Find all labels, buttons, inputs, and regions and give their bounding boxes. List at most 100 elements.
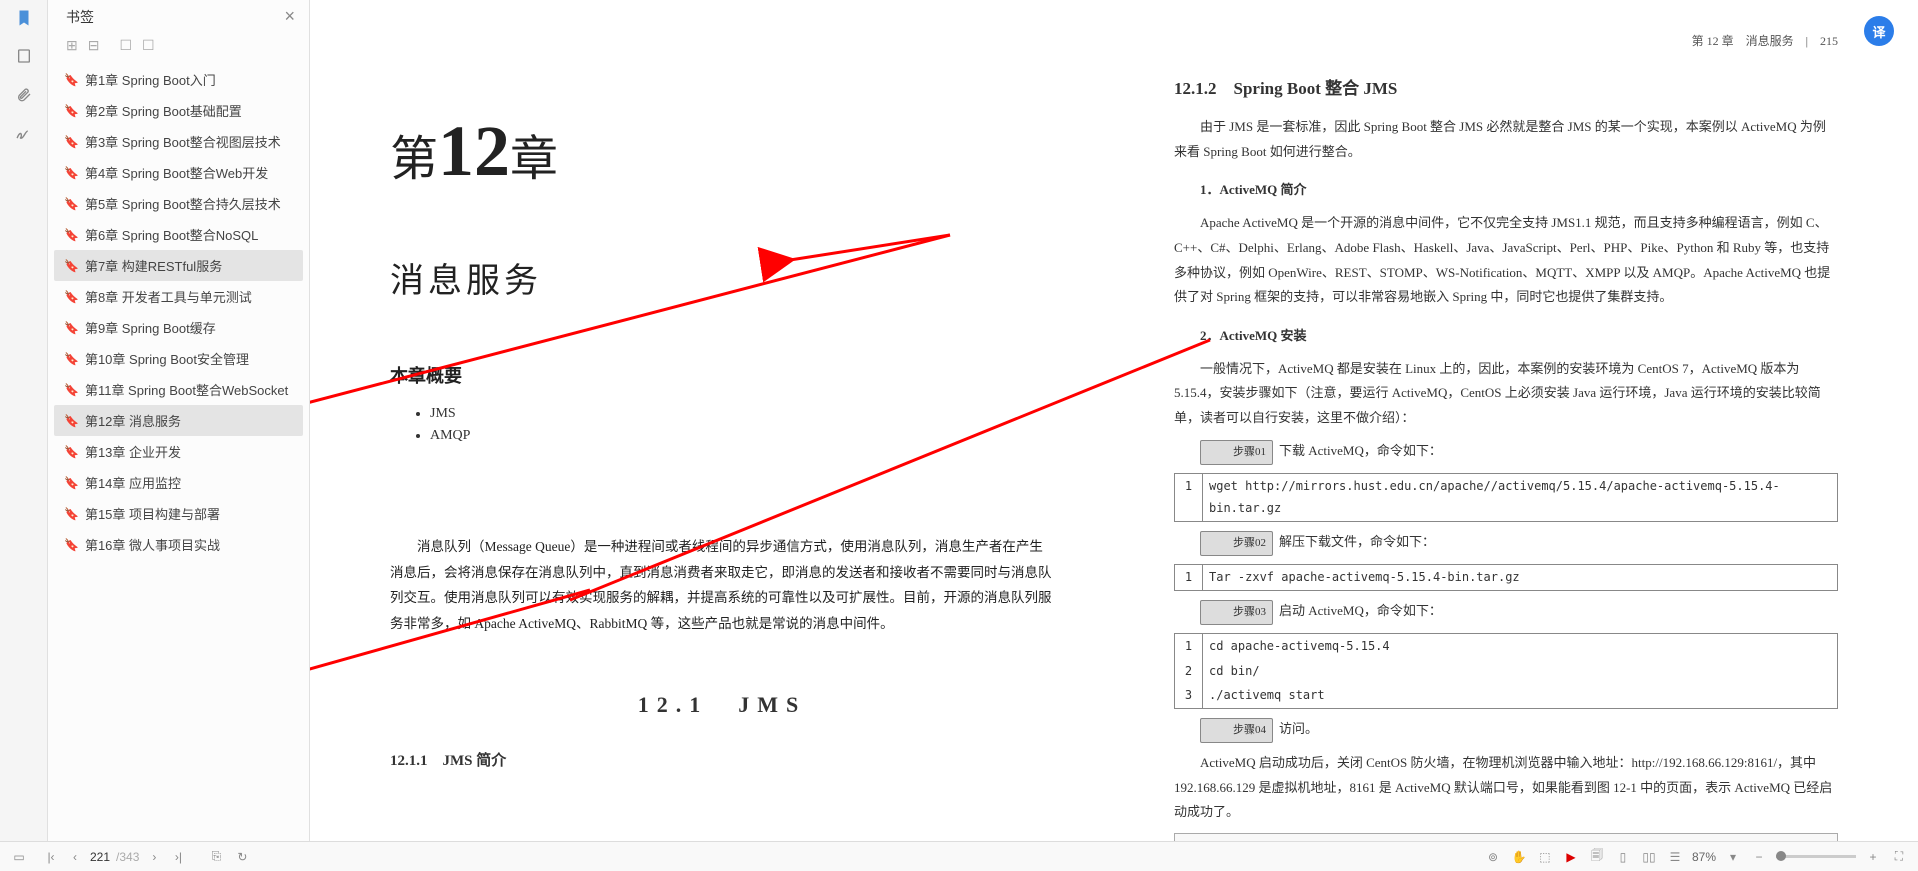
page-icon[interactable] — [14, 46, 34, 66]
thumbnail-view-icon[interactable]: ▭ — [10, 848, 28, 866]
bookmark-glyph-icon: 🔖 — [64, 321, 79, 335]
left-rail — [0, 0, 48, 871]
sidebar-title: 书签 — [66, 7, 94, 27]
single-page-icon[interactable]: ▯ — [1614, 848, 1632, 866]
bookmark-label: 第16章 微人事项目实战 — [85, 535, 220, 554]
dropdown-icon[interactable]: ▾ — [1724, 848, 1742, 866]
bookmark-glyph-icon: 🔖 — [64, 290, 79, 304]
outline-item: JMS — [430, 406, 1054, 422]
bookmark-glyph-icon: 🔖 — [64, 414, 79, 428]
bookmark-label: 第15章 项目构建与部署 — [85, 504, 220, 523]
bookmark-item[interactable]: 🔖 第6章 Spring Boot整合NoSQL — [54, 219, 303, 250]
bookmark-label: 第2章 Spring Boot基础配置 — [85, 101, 242, 120]
fullscreen-icon[interactable]: ⛶ — [1890, 848, 1908, 866]
last-page-icon[interactable]: ›| — [169, 848, 187, 866]
outline-item: AMQP — [430, 428, 1054, 444]
bookmark-glyph-icon: 🔖 — [64, 352, 79, 366]
page-left: 第12章 消息服务 本章概要 JMS AMQP 消息队列（Message Que… — [370, 20, 1074, 851]
step-line: 步骤01下载 ActiveMQ，命令如下： — [1174, 439, 1838, 465]
next-page-icon[interactable]: › — [145, 848, 163, 866]
paragraph: Apache ActiveMQ 是一个开源的消息中间件，它不仅完全支持 JMS1… — [1174, 211, 1838, 310]
bookmarks-sidebar: 书签 × ⊞ ⊟ ☐ ☐ 🔖第1章 Spring Boot入门🔖第2章 Spri… — [48, 0, 310, 871]
signature-icon[interactable] — [14, 122, 34, 142]
document-viewer: 译 第12章 消息服务 本章概要 JMS AMQP 消息队列（Message Q… — [310, 0, 1918, 871]
first-page-icon[interactable]: |‹ — [42, 848, 60, 866]
zoom-controls: 87% ▾ − + ⛶ — [1692, 848, 1908, 866]
zoom-slider[interactable] — [1776, 855, 1856, 858]
bookmark-item[interactable]: 🔖 第15章 项目构建与部署 — [54, 498, 303, 529]
total-pages: /343 — [116, 850, 139, 864]
bookmark-label: 第11章 Spring Boot整合WebSocket — [85, 380, 288, 399]
subsection-heading: 12.1.2 Spring Boot 整合 JMS — [1174, 73, 1838, 105]
bookmark-item[interactable]: 🔖 第12章 消息服务 — [54, 405, 303, 436]
bookmark-item[interactable]: 🔖 第8章 开发者工具与单元测试 — [54, 281, 303, 312]
bookmark-label: 第13章 企业开发 — [85, 442, 181, 461]
attachment-icon[interactable] — [14, 84, 34, 104]
paragraph: 由于 JMS 是一套标准，因此 Spring Boot 整合 JMS 必然就是整… — [1174, 115, 1838, 164]
bookmark-glyph-icon: 🔖 — [64, 104, 79, 118]
bookmark-item[interactable]: 🔖 第10章 Spring Boot安全管理 — [54, 343, 303, 374]
bookmark-item[interactable]: 🔖 第14章 应用监控 — [54, 467, 303, 498]
bookmark-list: 🔖第1章 Spring Boot入门🔖第2章 Spring Boot基础配置🔖第… — [48, 62, 309, 871]
bookmark-glyph-icon: 🔖 — [64, 507, 79, 521]
rotate-icon[interactable]: ↻ — [233, 848, 251, 866]
bookmark-label: 第7章 构建RESTful服务 — [85, 256, 222, 275]
bookmark-glyph-icon: 🔖 — [64, 197, 79, 211]
intro-paragraph: 消息队列（Message Queue）是一种进程间或者线程间的异步通信方式，使用… — [390, 534, 1054, 637]
bookmark-label: 第6章 Spring Boot整合NoSQL — [85, 225, 258, 244]
current-page[interactable]: 221 — [90, 850, 110, 864]
step-line: 步骤02解压下载文件，命令如下： — [1174, 530, 1838, 556]
bookmark-glyph-icon: 🔖 — [64, 445, 79, 459]
bookmark-label: 第8章 开发者工具与单元测试 — [85, 287, 252, 306]
numbered-heading: 1．ActiveMQ 简介 — [1174, 178, 1838, 203]
hand-icon[interactable]: ✋ — [1510, 848, 1528, 866]
bookmark-glyph-icon: 🔖 — [64, 383, 79, 397]
bookmark-glyph-icon: 🔖 — [64, 228, 79, 242]
bookmark-item[interactable]: 🔖 第5章 Spring Boot整合持久层技术 — [54, 188, 303, 219]
step-line: 步骤03启动 ActiveMQ，命令如下： — [1174, 599, 1838, 625]
select-icon[interactable]: ⬚ — [1536, 848, 1554, 866]
sidebar-tools: ⊞ ⊟ ☐ ☐ — [48, 33, 309, 62]
status-bar: ▭ |‹ ‹ 221/343 › ›| ⎘ ↻ ⊚ ✋ ⬚ ▶ 🗐 ▯ ▯▯ ☰… — [0, 841, 1918, 871]
bookmark-item[interactable]: 🔖 第11章 Spring Boot整合WebSocket — [54, 374, 303, 405]
dual-page-icon[interactable]: ▯▯ — [1640, 848, 1658, 866]
page-right: 第 12 章 消息服务 | 215 12.1.2 Spring Boot 整合 … — [1154, 20, 1858, 851]
bookmark-item[interactable]: 🔖第16章 微人事项目实战 — [54, 529, 303, 560]
close-icon[interactable]: × — [284, 6, 295, 27]
zoom-in-icon[interactable]: + — [1864, 848, 1882, 866]
tool-icon[interactable]: ⊚ — [1484, 848, 1502, 866]
subsection-heading: 12.1.1 JMS 简介 — [390, 749, 1054, 770]
bookmark-glyph-icon: 🔖 — [64, 73, 79, 87]
bookmark-label: 第5章 Spring Boot整合持久层技术 — [85, 194, 281, 213]
bookmark-item[interactable]: 🔖第9章 Spring Boot缓存 — [54, 312, 303, 343]
bookmark-label: 第14章 应用监控 — [85, 473, 181, 492]
cont-page-icon[interactable]: ☰ — [1666, 848, 1684, 866]
prev-page-icon[interactable]: ‹ — [66, 848, 84, 866]
section-heading: 12.1 JMS — [390, 687, 1054, 719]
bookmark-glyph-icon: 🔖 — [64, 259, 79, 273]
zoom-out-icon[interactable]: − — [1750, 848, 1768, 866]
bookmark-item[interactable]: 🔖第1章 Spring Boot入门 — [54, 64, 303, 95]
play-icon[interactable]: ▶ — [1562, 848, 1580, 866]
bookmark-glyph-icon: 🔖 — [64, 476, 79, 490]
bookmark-item[interactable]: 🔖第4章 Spring Boot整合Web开发 — [54, 157, 303, 188]
bookmark-outline-icon[interactable]: ☐ — [119, 37, 132, 54]
bookmark-item[interactable]: 🔖 第2章 Spring Boot基础配置 — [54, 95, 303, 126]
bookmark-item[interactable]: 🔖 第7章 构建RESTful服务 — [54, 250, 303, 281]
bookmark-item[interactable]: 🔖 第13章 企业开发 — [54, 436, 303, 467]
fit-page-icon[interactable]: ⎘ — [207, 848, 225, 866]
translate-badge[interactable]: 译 — [1864, 16, 1894, 46]
bookmark-glyph-icon: 🔖 — [64, 166, 79, 180]
zoom-value: 87% — [1692, 850, 1716, 864]
collapse-icon[interactable]: ⊟ — [88, 37, 100, 54]
bookmark-outline-icon2[interactable]: ☐ — [142, 37, 155, 54]
bookmark-glyph-icon: 🔖 — [64, 135, 79, 149]
bookmark-icon[interactable] — [14, 8, 34, 28]
bookmark-item[interactable]: 🔖 第3章 Spring Boot整合视图层技术 — [54, 126, 303, 157]
expand-icon[interactable]: ⊞ — [66, 37, 78, 54]
bookmark-label: 第10章 Spring Boot安全管理 — [85, 349, 249, 368]
bookmark-label: 第12章 消息服务 — [85, 411, 181, 430]
outline-heading: 本章概要 — [390, 362, 1054, 388]
bookmark-label: 第3章 Spring Boot整合视图层技术 — [85, 132, 281, 151]
read-mode-icon[interactable]: 🗐 — [1588, 848, 1606, 866]
